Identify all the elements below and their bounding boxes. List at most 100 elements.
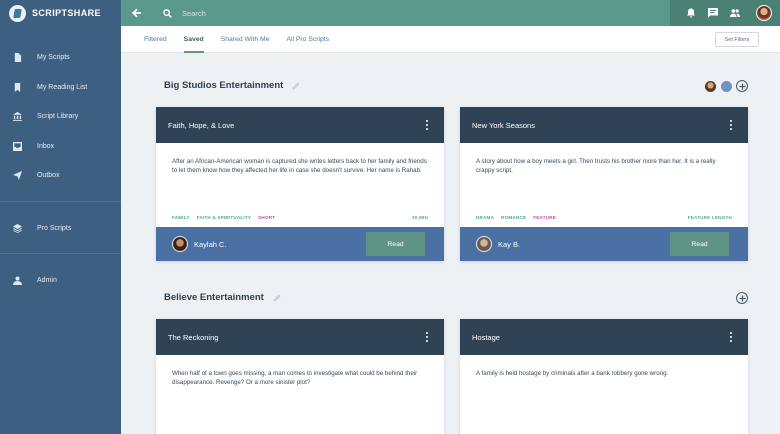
- format-tag: SHORT: [258, 215, 276, 220]
- card-body: After an African-American woman is captu…: [156, 143, 444, 227]
- search-bar: [153, 0, 670, 26]
- group-title: Big Studios Entertainment: [164, 80, 300, 91]
- sidebar-item-pro-scripts[interactable]: Pro Scripts: [0, 214, 121, 244]
- sidebar-item-label: My Reading List: [37, 83, 88, 91]
- card-title: The Reckoning: [168, 332, 219, 342]
- more-options-icon[interactable]: [726, 119, 736, 131]
- sidebar-item-label: My Scripts: [37, 54, 70, 62]
- back-arrow-icon: [132, 8, 141, 18]
- sidebar-item-label: Outbox: [37, 172, 60, 180]
- plus-icon: [738, 294, 746, 302]
- sidebar-item-script-library[interactable]: Script Library: [0, 102, 121, 132]
- file-icon: [13, 53, 22, 63]
- card-description: A family is held hostage by criminals af…: [476, 370, 669, 377]
- sidebar-nav: My Scripts My Reading List Script Librar…: [0, 43, 121, 296]
- sidebar-divider: [0, 253, 121, 254]
- filter-tabs: Filtered Saved Shared With Me All Pro Sc…: [121, 26, 780, 53]
- chat-icon: [708, 8, 718, 18]
- sidebar-divider: [0, 200, 121, 202]
- library-icon: [13, 112, 22, 122]
- author-avatar: [172, 236, 188, 252]
- sidebar-item-admin[interactable]: Admin: [0, 266, 121, 296]
- set-filters-button[interactable]: Set Filters: [715, 32, 759, 47]
- author-name: Kaylah C.: [194, 239, 227, 249]
- top-actions: [670, 0, 780, 26]
- user-avatar[interactable]: [756, 5, 772, 21]
- script-card[interactable]: Faith, Hope, & Love After an African-Ame…: [156, 107, 444, 261]
- script-card[interactable]: Hostage A family is held hostage by crim…: [460, 319, 748, 434]
- sidebar-item-inbox[interactable]: Inbox: [0, 132, 121, 162]
- card-footer: Kaylah C. Read: [156, 227, 444, 261]
- main-content: Big Studios Entertainment Faith, Hope, &…: [121, 54, 780, 434]
- card-description: After an African-American woman is captu…: [172, 158, 427, 174]
- member-avatar[interactable]: [705, 81, 716, 92]
- card-title: Hostage: [472, 332, 500, 342]
- card-title: New York Seasons: [472, 120, 535, 130]
- card-header: Hostage: [460, 319, 748, 355]
- add-member-button[interactable]: [736, 292, 748, 304]
- top-bar: [121, 0, 780, 26]
- script-card[interactable]: New York Seasons A story about how a boy…: [460, 107, 748, 261]
- back-button[interactable]: [121, 0, 153, 26]
- group-title-text: Believe Entertainment: [164, 292, 264, 303]
- bell-icon: [687, 8, 695, 18]
- card-footer: Kay B. Read: [460, 227, 748, 261]
- tab-saved[interactable]: Saved: [183, 26, 204, 53]
- brand[interactable]: SCRIPTSHARE: [0, 0, 121, 26]
- sidebar: SCRIPTSHARE My Scripts My Reading List S…: [0, 0, 121, 434]
- notifications-button[interactable]: [680, 0, 702, 26]
- search-icon: [163, 8, 172, 18]
- tab-shared-with-me[interactable]: Shared With Me: [221, 26, 270, 53]
- more-options-icon[interactable]: [422, 331, 432, 343]
- card-header: New York Seasons: [460, 107, 748, 143]
- genre-tag: DRAMA: [476, 215, 495, 220]
- plus-icon: [738, 82, 746, 90]
- sidebar-item-label: Pro Scripts: [37, 224, 72, 232]
- people-icon: [730, 9, 740, 17]
- add-member-button[interactable]: [736, 80, 748, 92]
- read-button[interactable]: Read: [670, 232, 729, 256]
- card-author[interactable]: Kaylah C.: [172, 236, 227, 252]
- genre-tag: FAMILY: [172, 215, 190, 220]
- author-name: Kay B.: [498, 239, 521, 249]
- sidebar-item-label: Inbox: [37, 142, 55, 150]
- sidebar-item-my-scripts[interactable]: My Scripts: [0, 43, 121, 73]
- layers-icon: [13, 223, 22, 233]
- script-card[interactable]: The Reckoning When half of a town goes m…: [156, 319, 444, 434]
- genre-tag: FAITH & SPIRITUALITY: [196, 215, 252, 220]
- member-avatar[interactable]: [721, 81, 732, 92]
- more-options-icon[interactable]: [726, 331, 736, 343]
- person-icon: [13, 276, 22, 286]
- card-title: Faith, Hope, & Love: [168, 120, 235, 130]
- card-body: A story about how a boy meets a girl. Th…: [460, 143, 748, 227]
- inbox-icon: [13, 141, 22, 151]
- search-input[interactable]: [182, 8, 382, 18]
- sidebar-item-outbox[interactable]: Outbox: [0, 161, 121, 191]
- sidebar-item-label: Script Library: [37, 113, 79, 121]
- card-header: Faith, Hope, & Love: [156, 107, 444, 143]
- card-header: The Reckoning: [156, 319, 444, 355]
- brand-name: SCRIPTSHARE: [32, 8, 101, 18]
- card-tags: FAMILY FAITH & SPIRITUALITY SHORT: [172, 215, 282, 220]
- card-tags: DRAMA ROMANCE FEATURE: [476, 215, 563, 220]
- card-description: A story about how a boy meets a girl. Th…: [476, 158, 716, 174]
- group-title-text: Big Studios Entertainment: [164, 80, 284, 91]
- messages-button[interactable]: [702, 0, 724, 26]
- card-description: When half of a town goes missing, a man …: [172, 370, 418, 386]
- group-title: Believe Entertainment: [164, 292, 281, 303]
- people-button[interactable]: [724, 0, 746, 26]
- read-button[interactable]: Read: [366, 232, 425, 256]
- bookmark-icon: [13, 82, 22, 92]
- tab-all-pro-scripts[interactable]: All Pro Scripts: [286, 26, 329, 53]
- more-options-icon[interactable]: [422, 119, 432, 131]
- author-avatar: [476, 236, 492, 252]
- sidebar-item-my-reading-list[interactable]: My Reading List: [0, 73, 121, 103]
- card-body: When half of a town goes missing, a man …: [156, 355, 444, 434]
- tab-filtered[interactable]: Filtered: [144, 26, 167, 53]
- edit-pencil-icon[interactable]: [273, 293, 281, 302]
- card-author[interactable]: Kay B.: [476, 236, 520, 252]
- card-length: FEATURE LENGTH: [687, 215, 732, 220]
- send-icon: [13, 171, 22, 181]
- brand-logo-icon: [9, 4, 26, 22]
- edit-pencil-icon[interactable]: [292, 81, 300, 90]
